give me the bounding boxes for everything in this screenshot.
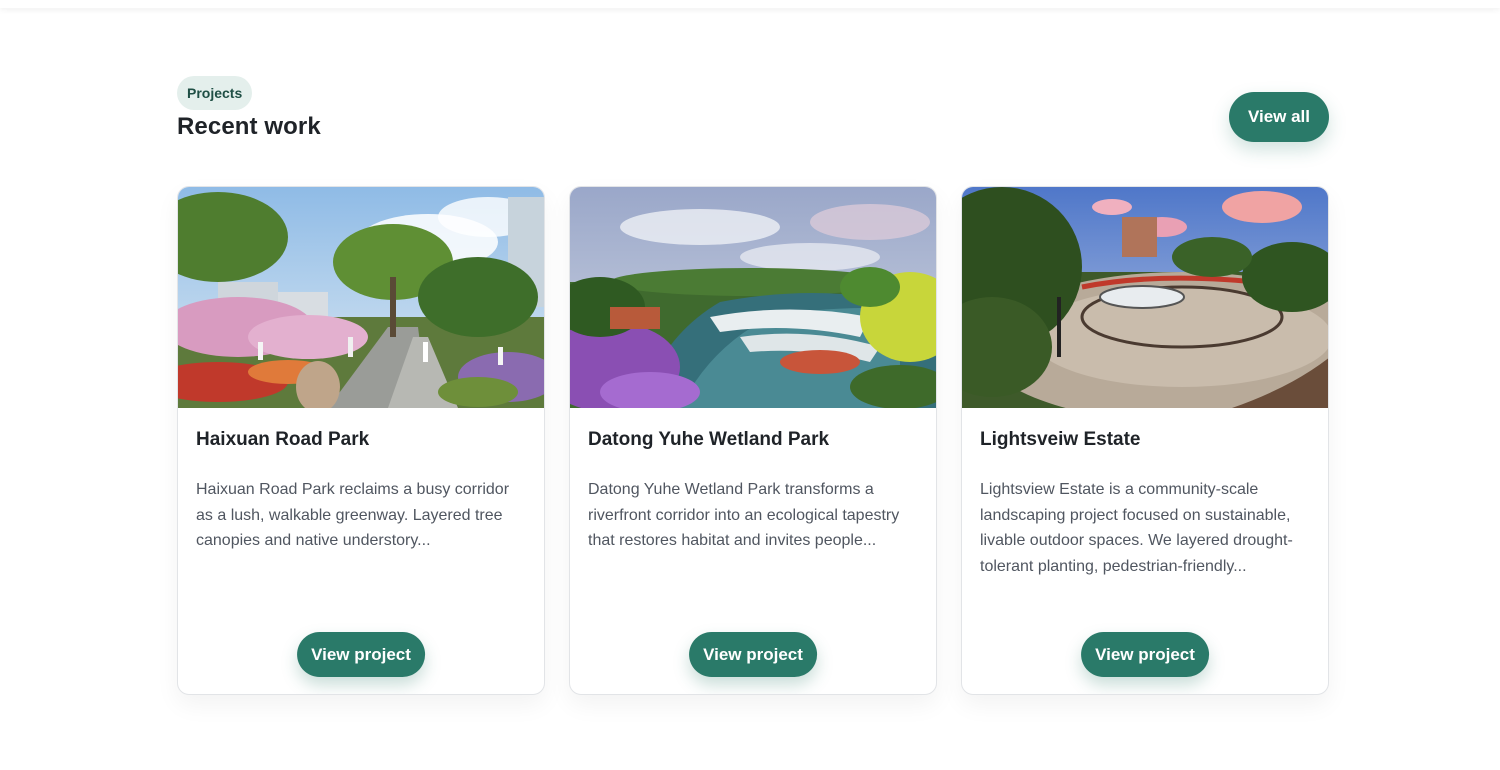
project-image-lightsview[interactable] xyxy=(962,187,1328,408)
greenway-image xyxy=(178,187,544,408)
project-description: Haixuan Road Park reclaims a busy corrid… xyxy=(196,481,510,549)
view-project-button[interactable]: View project xyxy=(297,632,425,677)
view-project-button[interactable]: View project xyxy=(1081,632,1209,677)
wetland-image xyxy=(570,187,936,408)
project-title: Haixuan Road Park xyxy=(196,429,370,450)
project-image-haixuan[interactable] xyxy=(178,187,544,408)
section-title: Recent work xyxy=(177,113,321,140)
project-card-lightsview: Lightsveiw Estate Lightsview Estate is a… xyxy=(961,186,1329,695)
project-title: Lightsveiw Estate xyxy=(980,429,1141,450)
view-project-button[interactable]: View project xyxy=(689,632,817,677)
view-all-button[interactable]: View all xyxy=(1228,92,1329,142)
project-card-datong-yuhe: Datong Yuhe Wetland Park Datong Yuhe Wet… xyxy=(569,186,937,695)
project-description: Lightsview Estate is a community-scale l… xyxy=(980,481,1293,575)
recent-work-section: Projects Recent work View all xyxy=(177,76,1329,142)
plaza-image xyxy=(962,187,1328,408)
project-cards: Haixuan Road Park Haixuan Road Park recl… xyxy=(177,186,1329,695)
project-description: Datong Yuhe Wetland Park transforms a ri… xyxy=(588,481,900,549)
section-eyebrow-badge: Projects xyxy=(177,76,253,110)
project-image-datong-yuhe[interactable] xyxy=(570,187,936,408)
project-title: Datong Yuhe Wetland Park xyxy=(588,429,830,450)
top-bar xyxy=(0,0,1500,8)
project-card-haixuan: Haixuan Road Park Haixuan Road Park recl… xyxy=(177,186,545,695)
